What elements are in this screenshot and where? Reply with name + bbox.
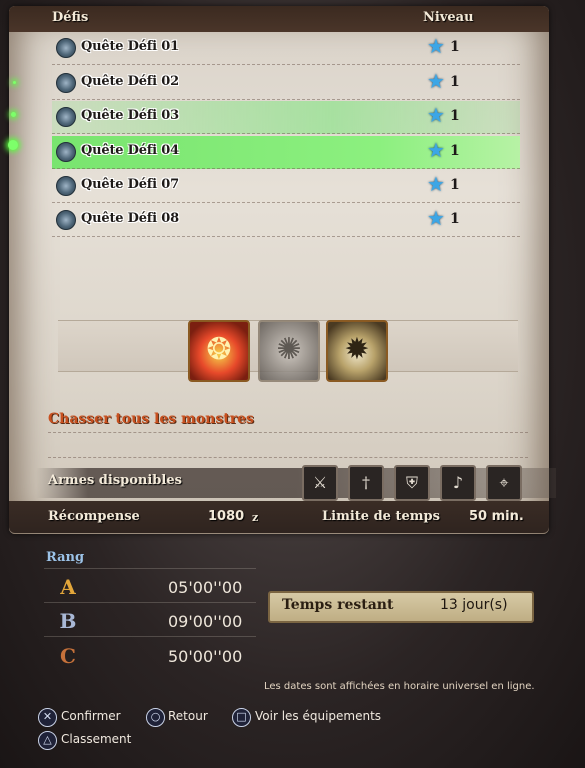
rank-title: Rang	[46, 550, 85, 565]
utc-note: Les dates sont affichées en horaire univ…	[264, 681, 535, 692]
ranking-action[interactable]: Classement	[61, 732, 131, 746]
quest-emblem-icon	[56, 210, 76, 230]
confirm-action[interactable]: Confirmer	[61, 709, 121, 723]
star-icon: ★	[427, 34, 445, 58]
rank-b-icon: B	[59, 609, 77, 633]
rank-c-icon: C	[60, 644, 76, 668]
sword-shield-icon[interactable]: †	[348, 465, 384, 501]
quest-level: 1	[450, 108, 460, 124]
circle-button-icon[interactable]: ○	[146, 708, 165, 727]
quest-row[interactable]: Quête Défi 07 ★ 1	[52, 170, 520, 203]
rank-a-icon: A	[60, 575, 76, 599]
quest-emblem-icon	[56, 142, 76, 162]
time-remaining-label: Temps restant	[282, 597, 394, 613]
quest-name: Quête Défi 08	[81, 211, 179, 226]
quest-name: Quête Défi 07	[81, 177, 179, 192]
star-icon: ★	[427, 172, 445, 196]
monster-icon: ✺	[258, 320, 320, 382]
quest-row[interactable]: Quête Défi 03 ★ 1	[52, 101, 520, 134]
quest-name: Quête Défi 02	[81, 74, 179, 89]
star-icon: ★	[427, 206, 445, 230]
cursor-glow-icon	[8, 140, 18, 150]
quest-level: 1	[450, 143, 460, 159]
bowgun-icon[interactable]: ⌖	[486, 465, 522, 501]
divider	[44, 636, 256, 637]
quest-emblem-icon	[56, 176, 76, 196]
star-icon: ★	[427, 69, 445, 93]
quest-level: 1	[450, 39, 460, 55]
back-action[interactable]: Retour	[168, 709, 208, 723]
quest-name: Quête Défi 04	[81, 143, 179, 158]
star-icon: ★	[427, 138, 445, 162]
lance-icon[interactable]: ⛨	[394, 465, 430, 501]
quest-list-title: Défis	[52, 10, 89, 25]
view-equipment-action[interactable]: Voir les équipements	[255, 709, 381, 723]
quest-level: 1	[450, 177, 460, 193]
quest-row-selected[interactable]: Quête Défi 04 ★ 1	[52, 136, 520, 169]
monster-icon: ✹	[326, 320, 388, 382]
rank-time: 05'00''00	[168, 578, 243, 597]
weapons-label: Armes disponibles	[48, 473, 182, 488]
quest-row[interactable]: Quête Défi 08 ★ 1	[52, 204, 520, 237]
level-column-label: Niveau	[423, 10, 474, 25]
hunting-horn-icon[interactable]: ♪	[440, 465, 476, 501]
quest-level: 1	[450, 74, 460, 90]
great-sword-icon[interactable]: ⚔	[302, 465, 338, 501]
cursor-spark-icon	[11, 112, 16, 117]
time-limit-value: 50 min.	[469, 509, 524, 524]
quest-row[interactable]: Quête Défi 01 ★ 1	[52, 32, 520, 65]
cursor-spark-icon	[13, 81, 16, 84]
quest-name: Quête Défi 01	[81, 39, 179, 54]
quest-level: 1	[450, 211, 460, 227]
rank-time: 09'00''00	[168, 612, 243, 631]
quest-objective: Chasser tous les monstres	[48, 411, 254, 427]
quest-row[interactable]: Quête Défi 02 ★ 1	[52, 67, 520, 100]
time-limit-label: Limite de temps	[322, 509, 440, 524]
divider	[48, 457, 528, 458]
reward-label: Récompense	[48, 509, 140, 524]
quest-name: Quête Défi 03	[81, 108, 179, 123]
triangle-button-icon[interactable]: △	[38, 731, 57, 750]
reward-unit: z	[252, 511, 259, 524]
quest-emblem-icon	[56, 107, 76, 127]
divider	[44, 602, 256, 603]
star-icon: ★	[427, 103, 445, 127]
rank-time: 50'00''00	[168, 647, 243, 666]
divider	[48, 432, 528, 433]
cross-button-icon[interactable]: ✕	[38, 708, 57, 727]
monster-icon: ❂	[188, 320, 250, 382]
quest-emblem-icon	[56, 38, 76, 58]
square-button-icon[interactable]: □	[232, 708, 251, 727]
reward-value: 1080	[208, 509, 245, 524]
quest-emblem-icon	[56, 73, 76, 93]
divider	[44, 568, 256, 569]
time-remaining-value: 13 jour(s)	[440, 597, 508, 613]
